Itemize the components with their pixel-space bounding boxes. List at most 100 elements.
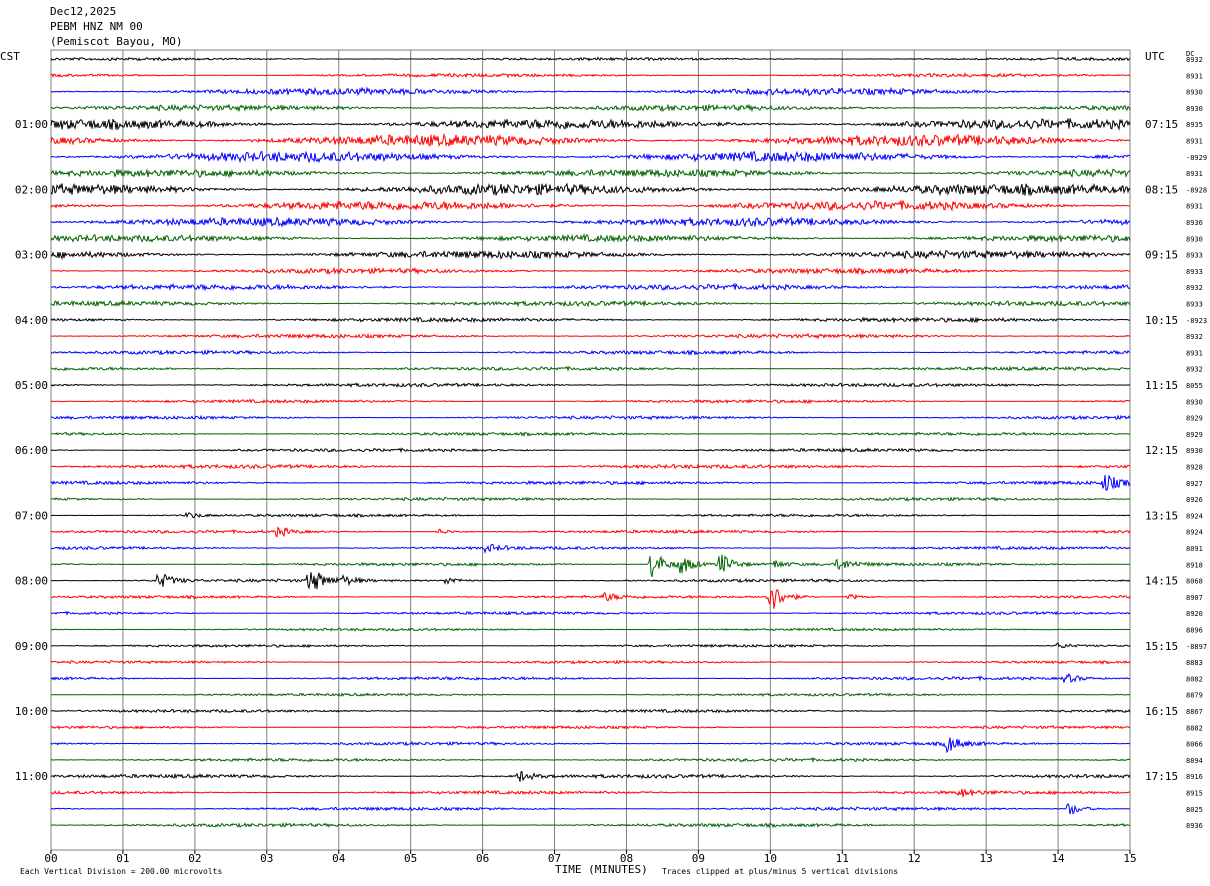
trace-row (50, 431, 1131, 437)
trace-row (50, 182, 1131, 197)
trace-row (51, 821, 1131, 829)
trace-row (50, 802, 1130, 815)
trace-row (50, 543, 1131, 554)
trace-row (50, 56, 1131, 62)
trace-row (50, 610, 1131, 616)
utc-time-label: 10:15 (1145, 314, 1178, 327)
dc-offset-label: 8907 (1186, 594, 1203, 602)
dc-offset-label: 8066 (1186, 741, 1203, 749)
trace-row (50, 496, 1131, 502)
trace-row (50, 382, 1131, 388)
dc-offset-label: 8930 (1186, 398, 1203, 406)
cst-time-label: 09:00 (15, 640, 48, 653)
utc-time-label: 09:15 (1145, 249, 1178, 262)
cst-time-label: 01:00 (15, 118, 48, 131)
x-tick-label: 10 (764, 852, 777, 865)
dc-offset-label: 8930 (1186, 235, 1203, 243)
dc-offset-label: 8928 (1186, 464, 1203, 472)
dc-offset-label: 8915 (1186, 790, 1203, 798)
trace-row (51, 282, 1131, 292)
trace-row (50, 642, 1131, 649)
trace-row (50, 659, 1131, 665)
dc-offset-label: 8930 (1186, 105, 1203, 113)
trace-row (50, 348, 1131, 357)
trace-row (50, 692, 1131, 698)
dc-offset-label: 8930 (1186, 89, 1203, 97)
dc-offset-label: 8931 (1186, 170, 1203, 178)
trace-row (50, 299, 1131, 308)
dc-offset-label: 8055 (1186, 382, 1203, 390)
dc-offset-label: 8932 (1186, 284, 1203, 292)
dc-offset-label: 8926 (1186, 496, 1203, 504)
dc-offset-label: 8896 (1186, 627, 1203, 635)
dc-offset-label: 8068 (1186, 578, 1203, 586)
dc-offset-label: 8091 (1186, 545, 1203, 553)
trace-row (50, 316, 1130, 324)
cst-time-label: 03:00 (15, 249, 48, 262)
x-tick-label: 01 (116, 852, 129, 865)
dc-offset-label: 8932 (1186, 366, 1203, 374)
dc-offset-label: 8936 (1186, 822, 1203, 830)
trace-row (50, 447, 1130, 454)
trace-row (50, 627, 1131, 632)
cst-time-label: 06:00 (15, 444, 48, 457)
dc-offset-label: 8883 (1186, 659, 1203, 667)
trace-row (50, 771, 1131, 782)
cst-time-label: 10:00 (15, 705, 48, 718)
utc-time-label: 17:15 (1145, 770, 1178, 783)
trace-row (50, 554, 1131, 578)
x-tick-label: 04 (332, 852, 346, 865)
trace-row (51, 266, 1130, 276)
cst-time-label: 11:00 (15, 770, 48, 783)
trace-row (50, 365, 1131, 372)
trace-row (50, 72, 1131, 79)
trace-row (50, 233, 1131, 244)
trace-row (50, 168, 1131, 179)
dc-offset-label: 8932 (1186, 333, 1203, 341)
dc-offset-label: -8897 (1186, 643, 1207, 651)
scale-note: Each Vertical Division = 200.00 microvol… (20, 867, 223, 876)
utc-time-label: 12:15 (1145, 444, 1178, 457)
dc-offset-label: 8929 (1186, 431, 1203, 439)
dc-offset-label: 8931 (1186, 349, 1203, 357)
trace-row (50, 526, 1131, 538)
clip-note: Traces clipped at plus/minus 5 vertical … (662, 867, 899, 876)
trace-row (50, 132, 1131, 148)
cst-time-label: 08:00 (15, 575, 48, 588)
trace-row (50, 118, 1131, 131)
dc-offset-label: 8933 (1186, 252, 1203, 260)
cst-time-label: 04:00 (15, 314, 48, 327)
trace-row (50, 249, 1131, 260)
utc-time-label: 08:15 (1145, 183, 1178, 196)
trace-row (50, 474, 1131, 491)
cst-time-label: 05:00 (15, 379, 48, 392)
dc-offset-label: 8918 (1186, 561, 1203, 569)
dc-offset-label: 8933 (1186, 268, 1203, 276)
dc-offset-label: 8935 (1186, 121, 1203, 129)
utc-time-label: 11:15 (1145, 379, 1178, 392)
trace-row (50, 708, 1131, 714)
trace-row (50, 724, 1130, 730)
dc-offset-label: 8924 (1186, 529, 1203, 537)
trace-row (51, 511, 1130, 519)
trace-row (50, 673, 1131, 683)
trace-row (50, 788, 1131, 798)
x-tick-label: 06 (476, 852, 489, 865)
dc-offset-label: -8929 (1186, 154, 1207, 162)
dc-offset-label: 8025 (1186, 806, 1203, 814)
dc-offset-label: 8932 (1186, 56, 1203, 64)
trace-row (50, 398, 1131, 405)
dc-offset-label: 8082 (1186, 675, 1203, 683)
x-tick-label: 09 (692, 852, 705, 865)
utc-time-label: 16:15 (1145, 705, 1178, 718)
dc-offset-label: 8929 (1186, 415, 1203, 423)
dc-offset-label: 8927 (1186, 480, 1203, 488)
trace-row (50, 216, 1131, 228)
dc-offset-label: -8928 (1186, 186, 1207, 194)
dc-offset-label: 8936 (1186, 219, 1203, 227)
dc-offset-label: 8931 (1186, 72, 1203, 80)
dc-offset-label: 8867 (1186, 708, 1203, 716)
utc-time-label: 15:15 (1145, 640, 1178, 653)
trace-row (51, 572, 1131, 590)
trace-row (50, 463, 1130, 470)
